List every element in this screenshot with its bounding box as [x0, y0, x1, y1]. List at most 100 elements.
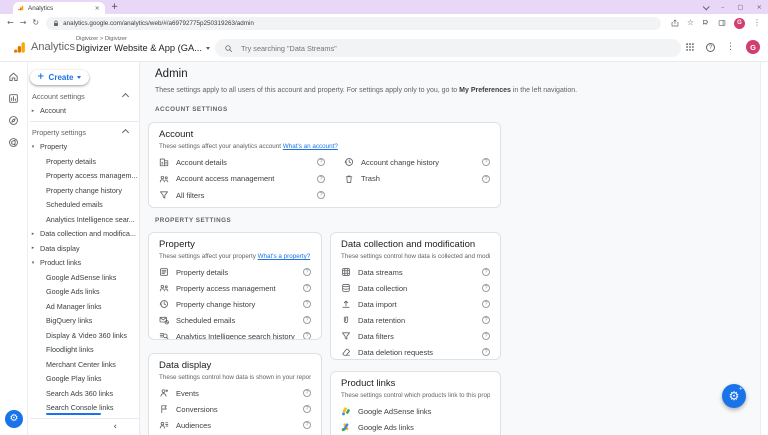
admin-link-data-retention[interactable]: Data retention? — [341, 312, 490, 328]
back-icon[interactable]: ← — [7, 19, 14, 27]
admin-link-all-filters[interactable]: All filters? — [159, 187, 325, 204]
forward-icon[interactable]: → — [20, 19, 27, 27]
product-links-card: Product links These settings control whi… — [330, 371, 501, 435]
chevron-down-icon[interactable] — [703, 3, 710, 10]
reload-icon[interactable]: ↻ — [32, 19, 39, 27]
admin-link-google-ads[interactable]: Google Ads links — [341, 419, 490, 435]
sidebar-item-property[interactable]: ▾Property — [28, 140, 139, 155]
help-icon[interactable]: ? — [303, 300, 311, 308]
admin-link-intelligence-search-history[interactable]: Analytics Intelligence search history? — [159, 328, 311, 340]
whats-a-property-link[interactable]: What's a property? — [258, 253, 311, 260]
settings-fab[interactable]: ⚙ + — [722, 384, 746, 408]
sidebar-item-property-change-history[interactable]: Property change history — [28, 183, 139, 198]
help-icon[interactable]: ? — [482, 300, 490, 308]
help-icon[interactable]: ? — [706, 43, 715, 52]
sidebar-item-data-display[interactable]: ▸Data display — [28, 241, 139, 256]
help-icon[interactable]: ? — [482, 175, 490, 183]
admin-link-account-access[interactable]: Account access management? — [159, 171, 325, 188]
sidebar-item-ad-manager-links[interactable]: Ad Manager links — [28, 299, 139, 314]
admin-gear-icon[interactable]: ⚙ — [5, 410, 23, 428]
profile-avatar[interactable]: G — [734, 18, 745, 29]
admin-link-data-streams[interactable]: Data streams? — [341, 264, 490, 280]
admin-link-account-details[interactable]: Account details? — [159, 154, 325, 171]
help-icon[interactable]: ? — [482, 316, 490, 324]
browser-tab[interactable]: Analytics × — [13, 2, 105, 14]
help-icon[interactable]: ? — [303, 421, 311, 429]
create-button[interactable]: + Create — [30, 70, 89, 85]
browser-menu-icon[interactable]: ⋮ — [753, 19, 761, 27]
whats-an-account-link[interactable]: What's an account? — [283, 143, 338, 150]
sidebar-item-search-console-links[interactable]: Search Console links — [28, 401, 139, 416]
help-icon[interactable]: ? — [303, 268, 311, 276]
admin-link-audiences[interactable]: Audiences? — [159, 417, 311, 433]
collapse-sidebar-button[interactable]: ‹ — [28, 419, 139, 435]
side-panel-icon[interactable] — [718, 19, 726, 27]
help-icon[interactable]: ? — [482, 284, 490, 292]
admin-link-events[interactable]: Events? — [159, 385, 311, 401]
help-icon[interactable]: ? — [303, 389, 311, 397]
admin-link-google-adsense[interactable]: Google AdSense links — [341, 403, 490, 419]
sidebar-section-property-settings[interactable]: Property settings — [28, 125, 139, 140]
admin-link-property-change-history[interactable]: Property change history? — [159, 296, 311, 312]
help-icon[interactable]: ? — [317, 191, 325, 199]
help-icon[interactable]: ? — [482, 268, 490, 276]
sidebar-item-adsense-links[interactable]: Google AdSense links — [28, 270, 139, 285]
page-scrollbar[interactable] — [760, 62, 768, 435]
search-bar[interactable] — [215, 39, 681, 57]
sidebar-item-scheduled-emails[interactable]: Scheduled emails — [28, 198, 139, 213]
help-icon[interactable]: ? — [482, 332, 490, 340]
admin-link-conversions[interactable]: Conversions? — [159, 401, 311, 417]
admin-link-trash[interactable]: Trash? — [344, 171, 490, 188]
property-selector[interactable]: Digivizer > Digivizer Digivizer Website … — [76, 36, 210, 53]
address-bar[interactable]: analytics.google.com/analytics/web/#/a69… — [46, 17, 661, 30]
minimize-icon[interactable]: – — [721, 4, 724, 11]
sidebar-item-account[interactable]: ▸Account — [28, 104, 139, 119]
admin-link-property-access[interactable]: Property access management? — [159, 280, 311, 296]
sidebar-item-search-ads-links[interactable]: Search Ads 360 links — [28, 386, 139, 401]
search-input[interactable] — [239, 43, 672, 54]
help-icon[interactable]: ? — [303, 405, 311, 413]
admin-link-scheduled-emails[interactable]: Scheduled emails? — [159, 312, 311, 328]
maximize-icon[interactable]: ▢ — [737, 4, 743, 11]
close-icon[interactable]: × — [757, 4, 762, 11]
new-tab-button[interactable]: + — [111, 2, 118, 12]
card-subtitle: These settings affect your analytics acc… — [159, 142, 490, 151]
bookmark-star-icon[interactable]: ☆ — [687, 19, 694, 27]
admin-link-data-filters[interactable]: Data filters? — [341, 328, 490, 344]
help-icon[interactable]: ? — [482, 158, 490, 166]
reports-icon[interactable] — [0, 87, 27, 109]
help-icon[interactable]: ? — [303, 316, 311, 324]
advertising-icon[interactable] — [0, 131, 27, 153]
sidebar-item-google-ads-links[interactable]: Google Ads links — [28, 285, 139, 300]
home-icon[interactable] — [0, 65, 27, 87]
admin-link-data-collection[interactable]: Data collection? — [341, 280, 490, 296]
sidebar-section-account-settings[interactable]: Account settings — [28, 89, 139, 104]
help-icon[interactable]: ? — [482, 348, 490, 356]
more-vertical-icon[interactable]: ⋮ — [726, 43, 735, 52]
extensions-icon[interactable] — [702, 19, 710, 27]
sidebar-item-property-details[interactable]: Property details — [28, 154, 139, 169]
admin-link-account-change-history[interactable]: Account change history? — [344, 154, 490, 171]
help-icon[interactable]: ? — [317, 158, 325, 166]
sidebar-item-floodlight-links[interactable]: Floodlight links — [28, 343, 139, 358]
apps-grid-icon[interactable] — [685, 42, 695, 52]
help-icon[interactable]: ? — [303, 332, 311, 340]
share-icon[interactable] — [671, 19, 679, 27]
sidebar-item-merchant-center-links[interactable]: Merchant Center links — [28, 357, 139, 372]
sidebar-item-bigquery-links[interactable]: BigQuery links — [28, 314, 139, 329]
sidebar-item-property-access[interactable]: Property access managem... — [28, 169, 139, 184]
explore-icon[interactable] — [0, 109, 27, 131]
tab-close-icon[interactable]: × — [95, 5, 100, 12]
admin-link-data-deletion-requests[interactable]: Data deletion requests? — [341, 344, 490, 360]
admin-sidebar: + Create Account settings ▸Account Prope… — [28, 62, 140, 435]
account-avatar[interactable]: G — [746, 40, 760, 54]
help-icon[interactable]: ? — [317, 175, 325, 183]
admin-link-data-import[interactable]: Data import? — [341, 296, 490, 312]
sidebar-item-google-play-links[interactable]: Google Play links — [28, 372, 139, 387]
sidebar-item-product-links[interactable]: ▾Product links — [28, 256, 139, 271]
sidebar-item-dv360-links[interactable]: Display & Video 360 links — [28, 328, 139, 343]
admin-link-property-details[interactable]: Property details? — [159, 264, 311, 280]
sidebar-item-data-collection[interactable]: ▸Data collection and modifica... — [28, 227, 139, 242]
sidebar-item-intelligence-search[interactable]: Analytics Intelligence sear... — [28, 212, 139, 227]
help-icon[interactable]: ? — [303, 284, 311, 292]
